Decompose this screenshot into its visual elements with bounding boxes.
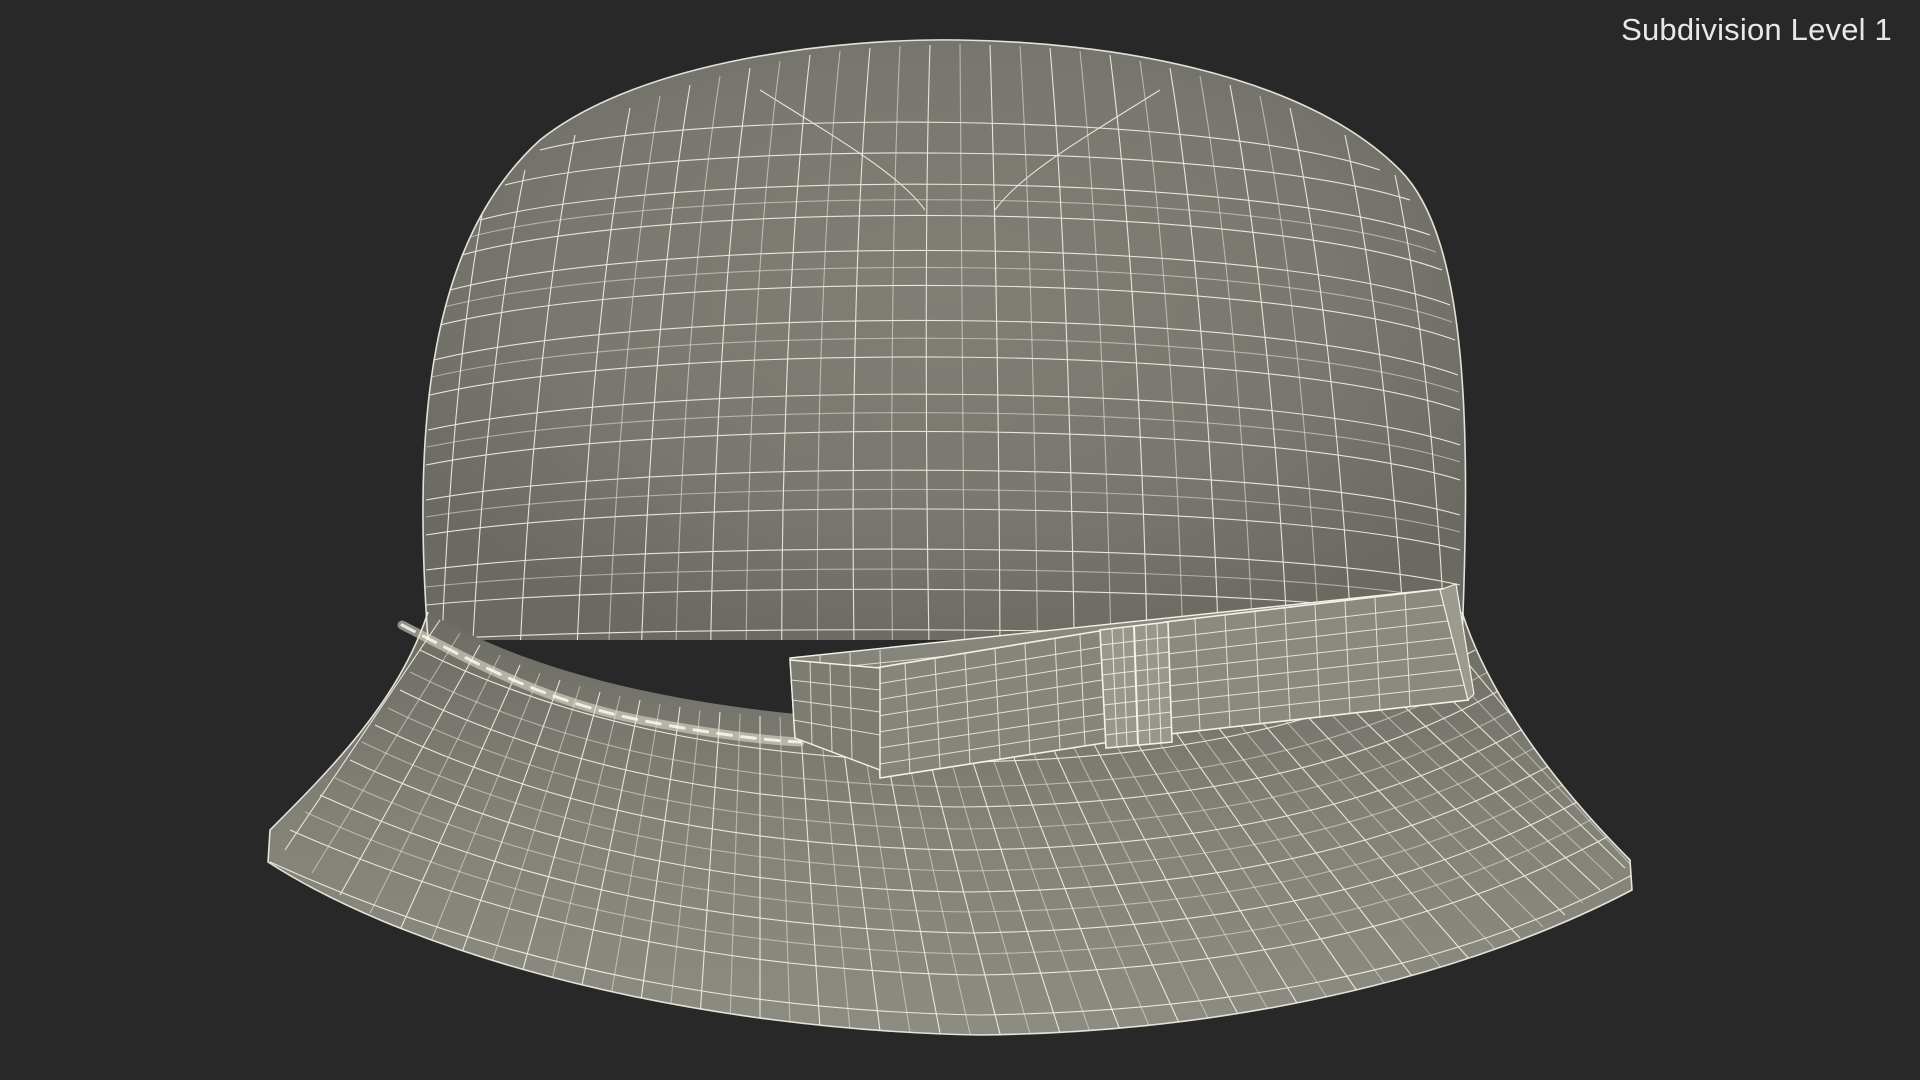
- bow-knot: [1099, 621, 1173, 749]
- render-viewport: Subdivision Level 1: [0, 0, 1920, 1080]
- hat-wireframe-render: [267, 39, 1633, 1036]
- hat-crown: [422, 39, 1466, 640]
- subdivision-level-label: Subdivision Level 1: [1621, 12, 1892, 47]
